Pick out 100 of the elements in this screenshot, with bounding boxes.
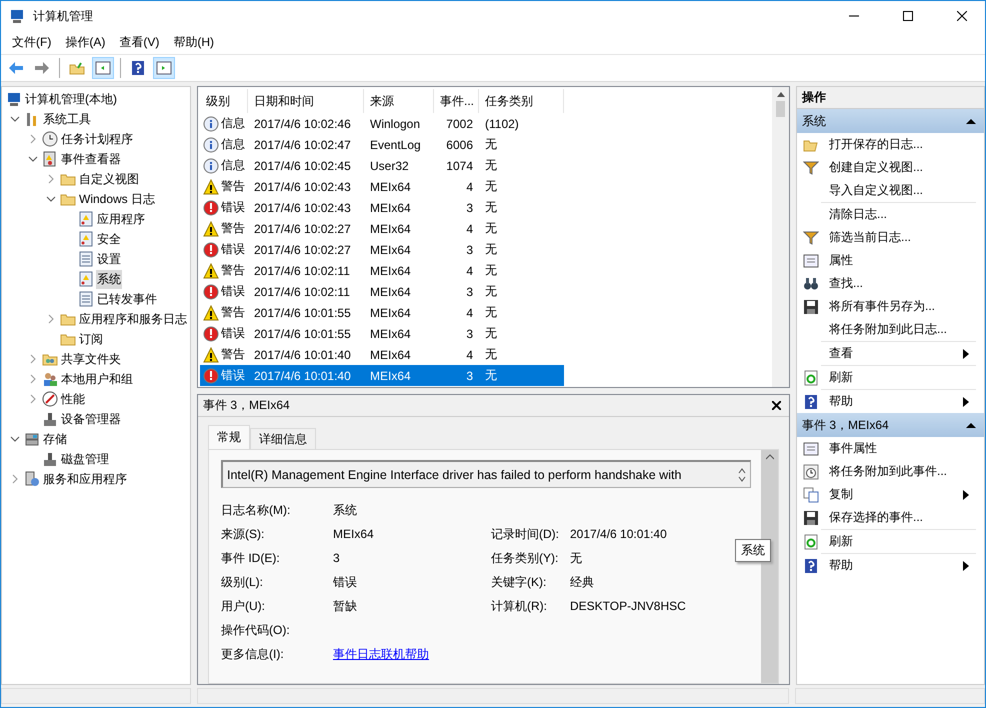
help-icon bbox=[803, 558, 819, 574]
field-label: 用户(U): bbox=[221, 598, 265, 614]
event-row[interactable]: 错误 2017/4/6 10:01:55 MEIx64 3 无 bbox=[200, 323, 564, 344]
action-item[interactable]: 刷新 bbox=[829, 533, 970, 550]
tree-item[interactable]: 安全 bbox=[96, 230, 122, 248]
table-cell-text: MEIx64 bbox=[369, 348, 412, 362]
toggle-tree-button[interactable] bbox=[92, 57, 114, 79]
action-item[interactable]: 属性 bbox=[829, 252, 970, 269]
tree-item[interactable]: 设备管理器 bbox=[60, 410, 122, 428]
table-cell: 信息 bbox=[221, 157, 245, 174]
table-cell-text: 2017/4/6 10:02:45 bbox=[253, 158, 352, 172]
tree-item[interactable]: 系统 bbox=[96, 270, 122, 288]
tab[interactable]: 详细信息 bbox=[250, 428, 316, 449]
tree-item[interactable]: 自定义视图 bbox=[78, 170, 140, 188]
gauge-icon bbox=[42, 391, 58, 407]
action-item[interactable]: 将任务附加到此日志... bbox=[829, 321, 970, 338]
folder-icon bbox=[69, 60, 85, 76]
tree-item[interactable]: 性能 bbox=[60, 390, 86, 408]
collapsed-caret-icon bbox=[46, 314, 56, 324]
tree-item[interactable]: 存储 bbox=[42, 430, 68, 448]
table-cell-text: 7002 bbox=[445, 116, 474, 130]
tree-item[interactable]: 磁盘管理 bbox=[60, 450, 110, 468]
actions-title: 操作 bbox=[797, 87, 984, 109]
table-cell: 警告 bbox=[221, 178, 245, 195]
column-header[interactable]: 级别 bbox=[200, 89, 248, 113]
event-row[interactable]: 警告 2017/4/6 10:01:55 MEIx64 4 无 bbox=[200, 302, 564, 323]
event-row[interactable]: 警告 2017/4/6 10:02:11 MEIx64 4 无 bbox=[200, 260, 564, 281]
tree-item[interactable]: 本地用户和组 bbox=[60, 370, 134, 388]
detail-title: 事件 3，MEIx64 bbox=[203, 397, 290, 414]
menu-item[interactable]: 帮助(H) bbox=[166, 34, 221, 51]
table-cell-text: 无 bbox=[484, 178, 498, 195]
action-item[interactable]: 保存选择的事件... bbox=[829, 509, 970, 526]
tree-item[interactable]: 计算机管理(本地) bbox=[24, 90, 118, 108]
scrollbar[interactable] bbox=[772, 87, 789, 387]
section-header[interactable]: 事件 3，MEIx64 bbox=[797, 413, 984, 437]
action-item[interactable]: 事件属性 bbox=[829, 440, 970, 457]
action-item[interactable]: 帮助 bbox=[829, 393, 952, 410]
tree-item[interactable]: 服务和应用程序 bbox=[42, 470, 128, 488]
tree-item[interactable]: 事件查看器 bbox=[60, 150, 122, 168]
column-header[interactable]: 来源 bbox=[364, 89, 434, 113]
tree-item[interactable]: 订阅 bbox=[78, 330, 104, 348]
event-row[interactable]: 错误 2017/4/6 10:02:11 MEIx64 3 无 bbox=[200, 281, 564, 302]
action-item[interactable]: 帮助 bbox=[829, 557, 952, 574]
message-box[interactable]: Intel(R) Management Engine Interface driver has failed to perform handshake with bbox=[221, 460, 751, 488]
event-row[interactable]: 信息 2017/4/6 10:02:46 Winlogon 7002 (1102) bbox=[200, 113, 564, 134]
action-item[interactable]: 筛选当前日志... bbox=[829, 229, 970, 246]
table-cell-text: 3 bbox=[465, 284, 474, 298]
menu-item[interactable]: 文件(F) bbox=[5, 34, 58, 51]
table-cell-text: 2017/4/6 10:02:43 bbox=[253, 200, 352, 214]
event-row[interactable]: 错误 2017/4/6 10:02:43 MEIx64 3 无 bbox=[200, 197, 564, 218]
table-cell-text: 无 bbox=[484, 262, 498, 279]
menu-item[interactable]: 查看(V) bbox=[112, 34, 166, 51]
action-item[interactable]: 复制 bbox=[829, 486, 952, 503]
action-item[interactable]: 将所有事件另存为... bbox=[829, 298, 970, 315]
info-icon bbox=[203, 116, 219, 132]
action-item[interactable]: 导入自定义视图... bbox=[829, 182, 970, 199]
tree-item[interactable]: 已转发事件 bbox=[96, 290, 158, 308]
field-value: 经典 bbox=[570, 574, 594, 590]
action-item[interactable]: 查找... bbox=[829, 275, 970, 292]
action-item[interactable]: 清除日志... bbox=[829, 206, 970, 223]
tree-item[interactable]: 设置 bbox=[96, 250, 122, 268]
action-item[interactable]: 打开保存的日志... bbox=[829, 136, 970, 153]
section-header[interactable]: 系统 bbox=[797, 109, 984, 133]
tree-item[interactable]: 应用程序和服务日志 bbox=[78, 310, 188, 328]
event-row[interactable]: 警告 2017/4/6 10:01:40 MEIx64 4 无 bbox=[200, 344, 564, 365]
table-cell-text: EventLog bbox=[369, 138, 422, 152]
event-row[interactable]: 错误 2017/4/6 10:02:27 MEIx64 3 无 bbox=[200, 239, 564, 260]
event-row[interactable]: 警告 2017/4/6 10:02:27 MEIx64 4 无 bbox=[200, 218, 564, 239]
help-link[interactable]: 事件日志联机帮助 bbox=[333, 646, 429, 662]
table-cell-text: 2017/4/6 10:01:55 bbox=[253, 306, 352, 320]
column-header[interactable]: 任务类别 bbox=[479, 89, 564, 113]
scrollbar-thumb[interactable] bbox=[776, 101, 785, 117]
column-header[interactable]: 事件... bbox=[434, 89, 479, 113]
column-header[interactable]: 日期和时间 bbox=[248, 89, 364, 113]
error-icon bbox=[203, 200, 219, 216]
tab[interactable]: 常规 bbox=[208, 425, 250, 449]
tree-item[interactable]: 应用程序 bbox=[96, 210, 146, 228]
tree-item[interactable]: 系统工具 bbox=[42, 110, 92, 128]
action-item[interactable]: 创建自定义视图... bbox=[829, 159, 970, 176]
event-row[interactable]: 错误 2017/4/6 10:01:40 MEIx64 3 无 bbox=[200, 365, 564, 386]
copy-icon bbox=[803, 486, 819, 502]
action-item[interactable]: 将任务附加到此事件... bbox=[829, 463, 970, 480]
toggle-actions-button[interactable] bbox=[153, 57, 175, 79]
event-row[interactable]: 警告 2017/4/6 10:02:43 MEIx64 4 无 bbox=[200, 176, 564, 197]
collapsed-caret-icon bbox=[10, 474, 20, 484]
warning-icon bbox=[203, 346, 219, 362]
table-cell-text: (1102) bbox=[484, 116, 520, 130]
menu-item[interactable]: 操作(A) bbox=[58, 34, 112, 51]
tree-item[interactable]: 任务计划程序 bbox=[60, 130, 134, 148]
action-item[interactable]: 刷新 bbox=[829, 369, 970, 386]
scroll-up-icon bbox=[776, 91, 784, 97]
table-cell-text: 2017/4/6 10:02:46 bbox=[253, 116, 352, 130]
event-row[interactable]: 信息 2017/4/6 10:02:47 EventLog 6006 无 bbox=[200, 134, 564, 155]
table-cell-text: 4 bbox=[465, 180, 474, 194]
event-row[interactable]: 信息 2017/4/6 10:02:45 User32 1074 无 bbox=[200, 155, 564, 176]
tree-item[interactable]: Windows 日志 bbox=[78, 190, 156, 208]
tree-item[interactable]: 共享文件夹 bbox=[60, 350, 122, 368]
action-item[interactable]: 查看 bbox=[829, 345, 952, 362]
table-cell-text: MEIx64 bbox=[369, 306, 412, 320]
warning-icon bbox=[203, 304, 219, 320]
